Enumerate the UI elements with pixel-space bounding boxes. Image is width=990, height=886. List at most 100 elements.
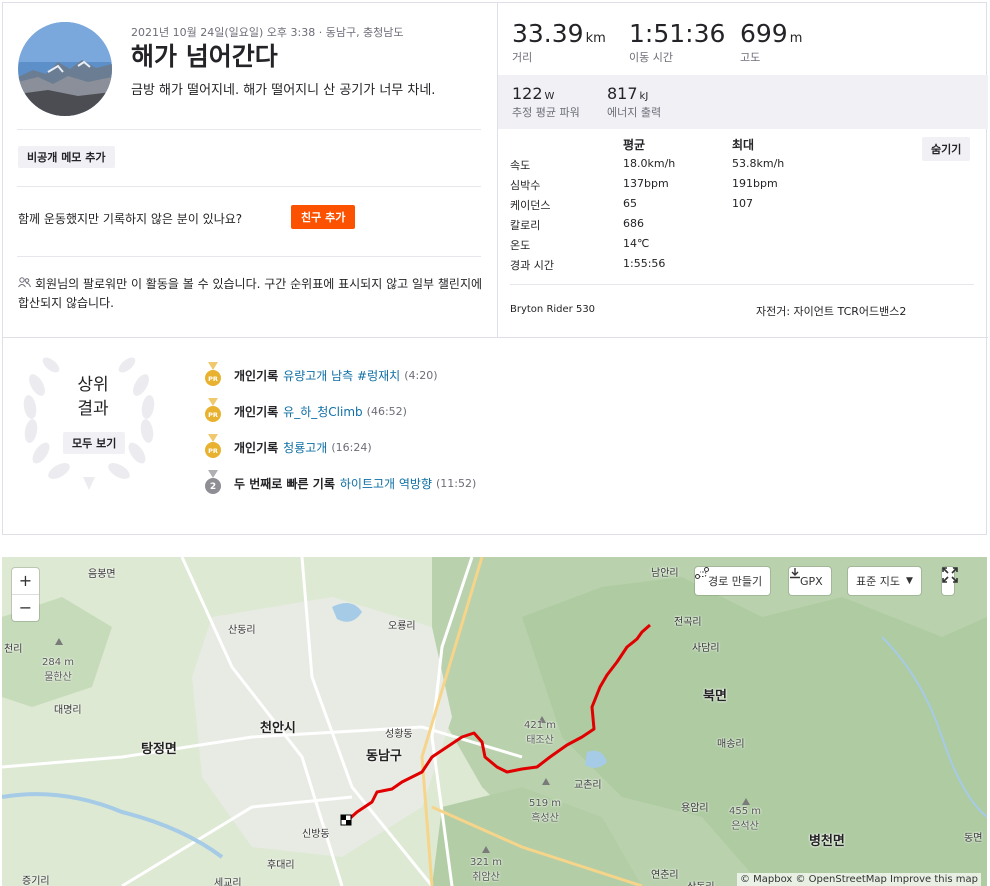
map-label-segyo: 세교리 [214, 878, 242, 886]
medal-badge-text: 2 [210, 482, 216, 492]
fullscreen-button[interactable] [942, 567, 958, 595]
medal-badge-text: PR [208, 375, 218, 383]
achievement-time: (46:52) [366, 404, 407, 418]
map-label-yongam: 용암리 [681, 803, 709, 814]
divider [510, 284, 974, 285]
stat-row-label: 온도 [510, 239, 531, 252]
stat-row-label: 칼로리 [510, 219, 541, 232]
stat-row-avg: 65 [623, 197, 637, 210]
medal-badge-text: PR [208, 447, 218, 455]
peak-name: 은석산 [731, 821, 759, 832]
col-max-header: 최대 [732, 138, 755, 152]
peak-name: 취암산 [472, 872, 500, 883]
map-label-cheonan: 천안시 [260, 721, 296, 736]
stat-energy: 817 kJ 에너지 출력 [607, 84, 661, 120]
map-type-select[interactable]: 표준 지도 ▼ [848, 567, 921, 595]
achievement-item: 2 두 번째로 빠른 기록 하이트고개 역방향 (11:52) [204, 470, 476, 496]
map-label-seongdong: 성황동 [385, 729, 413, 740]
device-name: Bryton Rider 530 [510, 304, 596, 315]
gpx-label: GPX [800, 574, 823, 588]
route-map[interactable]: + − 경로 만들기 GPX 표준 지도 ▼ © Mapbox © OpenSt… [2, 557, 987, 886]
peak-name: 흑성산 [531, 813, 559, 824]
zoom-in-button[interactable]: + [12, 568, 39, 594]
privacy-text: 회원님의 팔로워만 이 활동을 볼 수 있습니다. 구간 순위표에 표시되지 않… [18, 277, 483, 310]
map-label-eumbong: 음봉면 [88, 569, 116, 580]
energy-value: 817 [607, 84, 638, 103]
followers-icon [18, 275, 31, 294]
add-friend-button[interactable]: 친구 추가 [291, 205, 356, 229]
elevation-value: 699 [740, 19, 788, 48]
map-label-oreuk: 오룡리 [388, 621, 416, 632]
add-private-note-button[interactable]: 비공개 메모 추가 [18, 146, 115, 168]
zoom-out-button[interactable]: − [12, 594, 39, 620]
gpx-button[interactable]: GPX [789, 567, 831, 595]
stat-row-max: 191bpm [732, 177, 778, 190]
top-results-line2: 결과 [77, 399, 109, 419]
map-label-tangjeong: 탕정면 [141, 742, 177, 757]
achievement-type: 개인기록 [234, 404, 279, 419]
map-label-hudae: 후대리 [267, 860, 295, 871]
view-all-button[interactable]: 모두 보기 [63, 432, 126, 454]
stat-row-max: 107 [732, 197, 753, 210]
segment-link[interactable]: 유_하_청Climb [283, 403, 362, 420]
map-label-daemyeong: 대명리 [54, 705, 82, 716]
moving-time-value: 1:51:36 [629, 19, 726, 48]
map-label-sandong: 산동리 [228, 625, 256, 636]
map-label-gyochon: 교촌리 [574, 780, 602, 791]
map-peak-peak4: 455 m 은석산 [729, 806, 761, 832]
map-label-byeongcheon: 병천면 [809, 834, 845, 849]
finish-flag-icon [340, 814, 352, 826]
segment-link[interactable]: 청룡고개 [283, 439, 327, 456]
hide-stats-button[interactable]: 숨기기 [922, 137, 971, 161]
map-peak-peak1: 284 m 물한산 [42, 657, 74, 683]
map-peak-peak2: 421 m 태조산 [524, 720, 556, 746]
bike-name: 자전거: 자이언트 TCR어드밴스2 [756, 305, 907, 318]
route-builder-button[interactable]: 경로 만들기 [695, 567, 771, 595]
stat-row-avg: 1:55:56 [623, 257, 666, 270]
stat-row-label: 경과 시간 [510, 259, 554, 272]
map-label-yeonchun: 연춘리 [651, 870, 679, 881]
stat-elevation: 699 m 고도 [740, 19, 802, 65]
pr-medal-icon: PR [205, 398, 221, 422]
avatar[interactable] [18, 22, 112, 116]
top-results-title: 상위 결과 [63, 373, 123, 421]
stat-row-avg: 18.0km/h [623, 157, 676, 170]
zoom-controls: + − [12, 568, 39, 621]
elevation-label: 고도 [740, 51, 761, 64]
achievement-time: (11:52) [436, 476, 477, 490]
map-label-dongnam: 동남구 [366, 749, 402, 764]
pr-medal-icon: PR [205, 362, 221, 386]
activity-summary: 2021년 10월 24일(일요일) 오후 3:38 · 동남구, 충청남도 해… [3, 3, 497, 337]
peak-height: 284 m [42, 657, 75, 668]
segment-link[interactable]: 하이트고개 역방향 [340, 475, 432, 492]
secondary-stats: 122 W 추정 평균 파워 817 kJ 에너지 출력 [498, 75, 988, 129]
activity-description: 금방 해가 떨어지네. 해가 떨어지니 산 공기가 너무 차네. [131, 83, 436, 98]
caret-down-icon: ▼ [905, 576, 913, 586]
peak-height: 321 m [470, 857, 503, 868]
stat-row-max: 53.8km/h [732, 157, 785, 170]
achievement-item: PR 개인기록 청룡고개 (16:24) [204, 434, 372, 460]
achievement-time: (4:20) [404, 368, 438, 382]
power-unit: W [544, 91, 555, 102]
distance-value: 33.39 [512, 19, 584, 48]
peak-height: 519 m [529, 798, 562, 809]
map-attribution[interactable]: © Mapbox © OpenStreetMap Improve this ma… [736, 873, 981, 886]
peak-name: 태조산 [526, 735, 554, 746]
divider [17, 129, 481, 130]
map-label-dongmyeon: 동면 [964, 833, 983, 844]
distance-unit: km [585, 31, 606, 46]
map-type-label: 표준 지도 [856, 575, 900, 588]
pr-medal-icon: PR [205, 434, 221, 458]
achievement-time: (16:24) [331, 440, 372, 454]
distance-label: 거리 [512, 51, 533, 64]
stat-row-avg: 14℃ [623, 237, 650, 250]
achievement-type: 개인기록 [234, 368, 279, 383]
stat-distance: 33.39 km 거리 [512, 19, 606, 65]
stat-row-avg: 137bpm [623, 177, 669, 190]
map-label-namanri: 남안리 [651, 568, 679, 579]
segment-link[interactable]: 유량고개 남측 #렁재치 [283, 367, 400, 384]
stat-row-label: 심박수 [510, 179, 541, 192]
activity-card: 2021년 10월 24일(일요일) 오후 3:38 · 동남구, 충청남도 해… [2, 2, 988, 535]
stat-power: 122 W 추정 평균 파워 [512, 84, 580, 120]
activity-stats: 33.39 km 거리 1:51:36 이동 시간 699 m 고도 122 W 추정… [497, 3, 988, 337]
